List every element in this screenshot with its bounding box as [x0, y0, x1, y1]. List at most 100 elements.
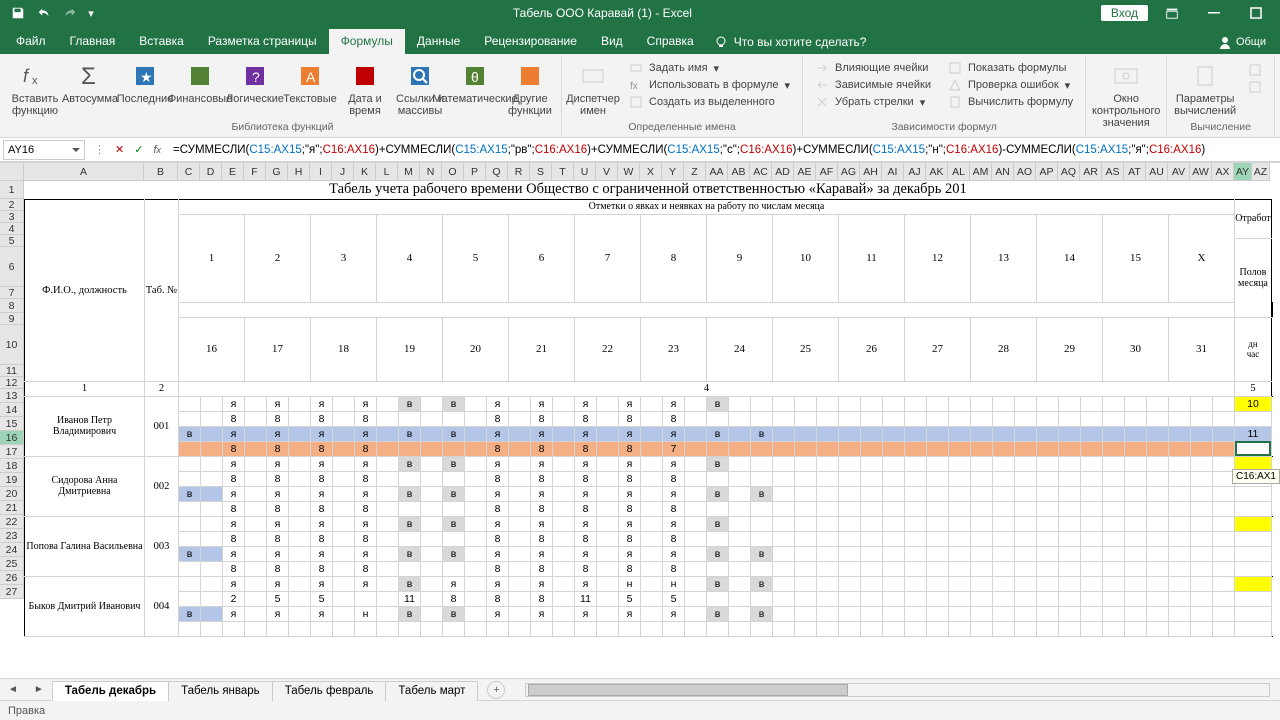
spreadsheet-grid[interactable]: ABCDEFGHIJKLMNOPQRSTUVWXYZAAABACADAEAFAG…	[0, 162, 1280, 678]
col-header[interactable]: U	[574, 163, 596, 181]
prev-sheet-button[interactable]: ◄	[0, 684, 26, 695]
row-header[interactable]: 21	[0, 501, 24, 515]
recent-button[interactable]: ★ Последние	[118, 58, 172, 105]
row-header[interactable]: 4	[0, 223, 24, 235]
row-header[interactable]: 13	[0, 389, 24, 403]
col-header[interactable]: AP	[1036, 163, 1058, 181]
col-header[interactable]: AL	[948, 163, 970, 181]
col-header[interactable]: AH	[860, 163, 882, 181]
col-header[interactable]: AD	[772, 163, 794, 181]
col-header[interactable]: R	[508, 163, 530, 181]
save-icon[interactable]	[8, 3, 28, 23]
sheet-tab[interactable]: Табель март	[385, 681, 478, 701]
ribbon-options-icon[interactable]	[1154, 0, 1190, 26]
tab-help[interactable]: Справка	[635, 29, 706, 54]
col-header[interactable]: AB	[728, 163, 750, 181]
datetime-button[interactable]: Дата и время	[338, 58, 392, 117]
row-header[interactable]: 6	[0, 247, 24, 287]
col-header[interactable]: F	[244, 163, 266, 181]
share-button[interactable]: Общи	[1208, 30, 1276, 54]
row-header[interactable]: 7	[0, 287, 24, 299]
enter-icon[interactable]: ✓	[134, 143, 143, 156]
lookup-button[interactable]: Ссылки и массивы	[393, 58, 447, 117]
minimize-icon[interactable]	[1196, 0, 1232, 26]
qat-dropdown-icon[interactable]: ▾	[86, 3, 96, 23]
column-headers[interactable]: ABCDEFGHIJKLMNOPQRSTUVWXYZAAABACADAEAFAG…	[24, 163, 1270, 181]
col-header[interactable]: AE	[794, 163, 816, 181]
sheet-tab[interactable]: Табель январь	[168, 681, 273, 701]
col-header[interactable]: AK	[926, 163, 948, 181]
cancel-icon[interactable]: ✕	[115, 143, 124, 156]
col-header[interactable]: Q	[486, 163, 508, 181]
row-headers[interactable]: 1234567891011121314151617181920212223242…	[0, 181, 24, 599]
undo-icon[interactable]	[34, 3, 54, 23]
col-header[interactable]: A	[24, 163, 144, 181]
col-header[interactable]: AN	[992, 163, 1014, 181]
col-header[interactable]: P	[464, 163, 486, 181]
row-header[interactable]: 26	[0, 571, 24, 585]
tab-review[interactable]: Рецензирование	[472, 29, 589, 54]
col-header[interactable]: O	[442, 163, 464, 181]
col-header[interactable]: AZ	[1252, 163, 1270, 181]
col-header[interactable]: H	[288, 163, 310, 181]
fx-icon[interactable]: fx	[153, 144, 161, 156]
row-header[interactable]: 20	[0, 487, 24, 501]
row-header[interactable]: 15	[0, 417, 24, 431]
col-header[interactable]: AV	[1168, 163, 1190, 181]
financial-button[interactable]: Финансовые	[173, 58, 227, 105]
col-header[interactable]: K	[354, 163, 376, 181]
tab-view[interactable]: Вид	[589, 29, 635, 54]
tell-me-search[interactable]: Что вы хотите сделать?	[706, 30, 875, 54]
row-header[interactable]: 27	[0, 585, 24, 599]
col-header[interactable]: B	[144, 163, 178, 181]
col-header[interactable]: S	[530, 163, 552, 181]
text-button[interactable]: A Текстовые	[283, 58, 337, 105]
more-fn-button[interactable]: Другие функции	[503, 58, 557, 117]
sheet-tab[interactable]: Табель декабрь	[52, 681, 169, 701]
select-all-corner[interactable]	[0, 163, 24, 181]
chevron-down-icon[interactable]	[72, 148, 80, 152]
col-header[interactable]: Y	[662, 163, 684, 181]
col-header[interactable]: AX	[1212, 163, 1234, 181]
row-header[interactable]: 25	[0, 557, 24, 571]
col-header[interactable]: AQ	[1058, 163, 1080, 181]
maximize-icon[interactable]	[1238, 0, 1274, 26]
row-header[interactable]: 18	[0, 459, 24, 473]
col-header[interactable]: J	[332, 163, 354, 181]
tab-formulas[interactable]: Формулы	[329, 29, 405, 54]
col-header[interactable]: N	[420, 163, 442, 181]
col-header[interactable]: L	[376, 163, 398, 181]
row-header[interactable]: 11	[0, 365, 24, 377]
col-header[interactable]: AJ	[904, 163, 926, 181]
row-header[interactable]: 23	[0, 529, 24, 543]
col-header[interactable]: M	[398, 163, 420, 181]
signin-button[interactable]: Вход	[1101, 5, 1148, 21]
sheet-tab[interactable]: Табель февраль	[272, 681, 387, 701]
row-header[interactable]: 1	[0, 181, 24, 199]
col-header[interactable]: T	[552, 163, 574, 181]
tab-file[interactable]: Файл	[4, 29, 58, 54]
tab-insert[interactable]: Вставка	[127, 29, 196, 54]
col-header[interactable]: AC	[750, 163, 772, 181]
col-header[interactable]: AU	[1146, 163, 1168, 181]
col-header[interactable]: V	[596, 163, 618, 181]
row-header[interactable]: 5	[0, 235, 24, 247]
col-header[interactable]: AY	[1234, 163, 1252, 181]
row-header[interactable]: 10	[0, 325, 24, 365]
scrollbar-thumb[interactable]	[528, 684, 848, 696]
tab-layout[interactable]: Разметка страницы	[196, 29, 329, 54]
col-header[interactable]: G	[266, 163, 288, 181]
formula-input[interactable]: =СУММЕСЛИ(C15:AX15;"я";C16:AX16)+СУММЕСЛ…	[167, 144, 1280, 156]
row-header[interactable]: 12	[0, 377, 24, 389]
insert-function-button[interactable]: fx Вставить функцию	[8, 58, 62, 117]
col-header[interactable]: AO	[1014, 163, 1036, 181]
row-header[interactable]: 22	[0, 515, 24, 529]
col-header[interactable]: W	[618, 163, 640, 181]
col-header[interactable]: Z	[684, 163, 706, 181]
row-header[interactable]: 24	[0, 543, 24, 557]
col-header[interactable]: C	[178, 163, 200, 181]
name-box[interactable]: AY16	[3, 140, 85, 160]
logical-button[interactable]: ? Логические	[228, 58, 282, 105]
col-header[interactable]: AR	[1080, 163, 1102, 181]
col-header[interactable]: AW	[1190, 163, 1212, 181]
